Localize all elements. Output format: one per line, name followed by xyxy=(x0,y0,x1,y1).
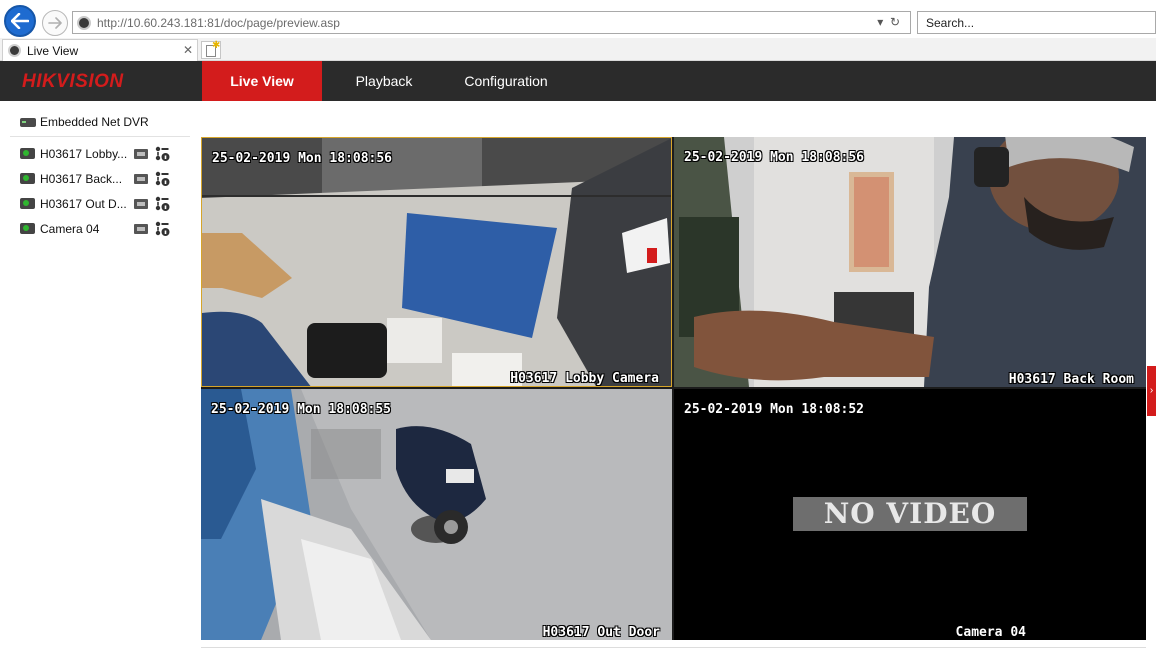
camera-label: H03617 Back... xyxy=(40,172,123,186)
dvr-icon xyxy=(20,118,36,128)
panel-toggle-handle[interactable]: › xyxy=(1147,366,1156,416)
forward-button[interactable] xyxy=(42,10,68,36)
menu-playback[interactable]: Playback xyxy=(334,61,434,101)
camera-item-camera-04[interactable]: Camera 04 xyxy=(20,220,180,238)
browser-toolbar: http://10.60.243.181:81/doc/page/preview… xyxy=(0,0,1156,38)
ptz-control-icon[interactable] xyxy=(154,196,170,212)
camera-item-back-room[interactable]: H03617 Back... xyxy=(20,170,180,188)
camera-item-out-door[interactable]: H03617 Out D... xyxy=(20,195,180,213)
hikvision-logo: HIKVISION xyxy=(22,71,124,92)
video-tile-camera-04[interactable]: 25-02-2019 Mon 18:08:52 NO VIDEO Camera … xyxy=(674,389,1146,640)
ptz-control-icon[interactable] xyxy=(154,146,170,162)
camera-item-lobby[interactable]: H03617 Lobby... xyxy=(20,145,180,163)
osd-camera-name: Camera 04 xyxy=(955,625,1026,640)
camera-label: Camera 04 xyxy=(40,222,100,236)
lobby-camera-feed xyxy=(202,138,671,386)
video-tile-lobby[interactable]: 25-02-2019 Mon 18:08:56 H03617 Lobby Cam… xyxy=(201,137,672,387)
site-favicon-icon xyxy=(77,16,91,30)
ptz-control-icon[interactable] xyxy=(154,171,170,187)
device-label: Embedded Net DVR xyxy=(40,115,149,129)
menu-live-view[interactable]: Live View xyxy=(202,61,322,101)
osd-camera-name: H03617 Back Room xyxy=(1008,372,1134,387)
close-icon[interactable]: ✕ xyxy=(183,43,193,57)
osd-timestamp: 25-02-2019 Mon 18:08:55 xyxy=(211,402,392,417)
osd-timestamp: 25-02-2019 Mon 18:08:56 xyxy=(684,150,865,165)
camera-label: H03617 Out D... xyxy=(40,197,127,211)
osd-camera-name: H03617 Lobby Camera xyxy=(510,371,659,386)
tab-favicon-icon xyxy=(8,44,21,57)
osd-timestamp: 25-02-2019 Mon 18:08:52 xyxy=(684,402,865,417)
menu-configuration[interactable]: Configuration xyxy=(446,61,566,101)
tab-title: Live View xyxy=(27,44,79,58)
record-icon[interactable] xyxy=(134,149,148,159)
osd-camera-name: H03617 Out Door xyxy=(542,625,660,640)
video-tile-back-room[interactable]: 25-02-2019 Mon 18:08:56 H03617 Back Room xyxy=(674,137,1146,387)
back-arrow-icon xyxy=(11,13,29,29)
search-input[interactable]: Search... xyxy=(917,11,1156,34)
osd-timestamp: 25-02-2019 Mon 18:08:56 xyxy=(212,151,393,166)
camera-icon xyxy=(20,148,35,159)
new-tab-button[interactable]: ✱ xyxy=(201,40,221,59)
address-bar[interactable]: http://10.60.243.181:81/doc/page/preview… xyxy=(72,11,911,34)
record-icon[interactable] xyxy=(134,224,148,234)
ptz-control-icon[interactable] xyxy=(154,221,170,237)
camera-icon xyxy=(20,223,35,234)
address-url: http://10.60.243.181:81/doc/page/preview… xyxy=(97,16,340,30)
refresh-icon[interactable]: ↻ xyxy=(890,15,900,29)
forward-arrow-icon xyxy=(48,17,62,29)
out-door-camera-feed xyxy=(201,389,672,640)
tab-live-view[interactable]: Live View ✕ xyxy=(2,39,198,61)
device-node[interactable]: Embedded Net DVR xyxy=(20,115,149,129)
divider xyxy=(201,647,1146,648)
tab-strip: Live View ✕ ✱ xyxy=(0,38,1156,61)
camera-icon xyxy=(20,198,35,209)
device-tree-panel: Embedded Net DVR H03617 Lobby... H03617 … xyxy=(0,101,196,650)
divider xyxy=(10,136,190,137)
record-icon[interactable] xyxy=(134,199,148,209)
back-room-camera-feed xyxy=(674,137,1146,387)
app-header: HIKVISION Live View Playback Configurati… xyxy=(0,61,1156,101)
chevron-down-icon[interactable]: ▾ xyxy=(877,15,883,29)
camera-label: H03617 Lobby... xyxy=(40,147,128,161)
no-video-label: NO VIDEO xyxy=(793,497,1027,531)
star-icon: ✱ xyxy=(212,40,221,51)
record-icon[interactable] xyxy=(134,174,148,184)
video-grid: 25-02-2019 Mon 18:08:56 H03617 Lobby Cam… xyxy=(201,137,1146,640)
back-button[interactable] xyxy=(4,5,36,37)
camera-icon xyxy=(20,173,35,184)
video-tile-out-door[interactable]: 25-02-2019 Mon 18:08:55 H03617 Out Door xyxy=(201,389,672,640)
address-controls: ▾ ↻ xyxy=(877,15,900,29)
